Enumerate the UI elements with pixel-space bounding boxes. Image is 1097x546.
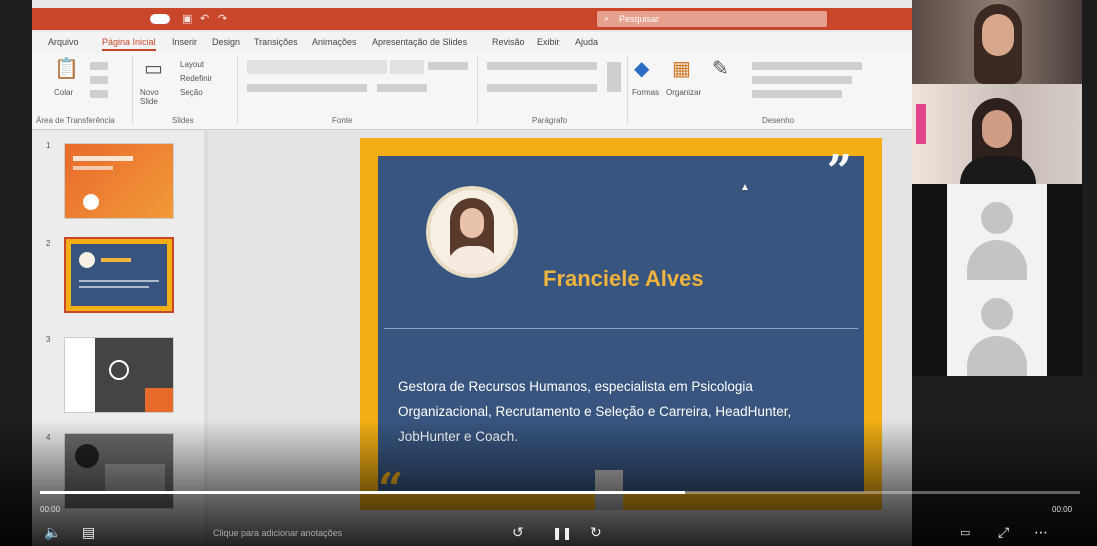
search-box[interactable]: ⌕ Pesquisar: [597, 11, 827, 27]
quote-close-mark: ”: [826, 146, 852, 197]
tab-exibir[interactable]: Exibir: [537, 37, 560, 47]
player-controls: 🔈 ▤ ↺ ❚❚ ↻ ▭ ⤢ ⋯: [0, 520, 1097, 546]
slide-thumb-1[interactable]: [64, 143, 174, 219]
new-slide-button-label[interactable]: Novo Slide: [140, 88, 170, 106]
reset-button[interactable]: Redefinir: [180, 74, 212, 83]
font-size-box[interactable]: [390, 60, 424, 74]
screen: ▣ ↶ ↷ ⌕ Pesquisar Arquivo Página Inicial…: [0, 0, 1097, 546]
more-options-icon[interactable]: ⋯: [1034, 524, 1048, 541]
slide-thumb-3[interactable]: [64, 337, 174, 413]
participant-video-4[interactable]: [912, 280, 1082, 376]
divider-line: [384, 328, 858, 329]
tab-inserir[interactable]: Inserir: [172, 37, 197, 47]
video-progress-bar[interactable]: [40, 491, 1080, 494]
ribbon: 📋 Colar Área de Transferência ▭ Novo Sli…: [32, 52, 912, 130]
speaker-name: Franciele Alves: [543, 266, 704, 291]
save-icon[interactable]: ▣: [182, 12, 192, 25]
participant-panel: [912, 0, 1097, 376]
mouse-cursor-icon: ▲: [740, 182, 750, 193]
time-elapsed: 00:00: [40, 505, 61, 514]
group-clipboard-label: Área de Transferência: [36, 116, 115, 125]
group-drawing-label: Desenho: [762, 116, 795, 125]
fullscreen-icon[interactable]: ⤢: [998, 524, 1009, 541]
tab-revisao[interactable]: Revisão: [492, 37, 525, 47]
speaker-photo: [426, 186, 518, 278]
shapes-icon[interactable]: ◆: [634, 56, 649, 81]
tab-pagina-inicial[interactable]: Página Inicial: [102, 37, 156, 51]
shapes-button-label[interactable]: Formas: [632, 88, 659, 97]
captions-icon[interactable]: ▤: [82, 524, 95, 541]
ribbon-tabs: Arquivo Página Inicial Inserir Design Tr…: [32, 32, 912, 52]
section-button[interactable]: Seção: [180, 88, 203, 97]
participant-video-1[interactable]: [912, 0, 1082, 84]
group-font-label: Fonte: [332, 116, 353, 125]
tab-transicoes[interactable]: Transições: [254, 37, 298, 47]
pause-icon[interactable]: ❚❚: [552, 526, 572, 540]
slide-number: 1: [46, 141, 51, 150]
avatar-placeholder: [947, 280, 1047, 376]
arrange-icon[interactable]: ▦: [672, 56, 691, 81]
tab-animacoes[interactable]: Animações: [312, 37, 357, 47]
arrange-button-label[interactable]: Organizar: [666, 88, 701, 97]
avatar-placeholder: [947, 184, 1047, 280]
time-total: 00:00: [1052, 505, 1073, 514]
participant-video-2[interactable]: [912, 84, 1082, 184]
redo-icon[interactable]: ↷: [218, 12, 227, 25]
forward-icon[interactable]: ↻: [590, 524, 602, 541]
rewind-icon[interactable]: ↺: [512, 524, 524, 541]
slide-number: 3: [46, 335, 51, 344]
group-slides-label: Slides: [172, 116, 194, 125]
search-label: Pesquisar: [619, 14, 660, 24]
font-name-box[interactable]: [247, 60, 387, 74]
undo-icon[interactable]: ↶: [200, 12, 209, 25]
group-paragraph-label: Parágrafo: [532, 116, 568, 125]
autosave-toggle[interactable]: [150, 14, 170, 24]
tab-ajuda[interactable]: Ajuda: [575, 37, 598, 47]
slide-number: 2: [46, 239, 51, 248]
participant-video-3[interactable]: [912, 184, 1082, 280]
slide-thumb-2[interactable]: [64, 237, 174, 313]
cc-icon[interactable]: ▭: [960, 526, 970, 539]
tab-design[interactable]: Design: [212, 37, 240, 47]
search-icon: ⌕: [604, 13, 610, 23]
volume-icon[interactable]: 🔈: [44, 524, 61, 541]
layout-button[interactable]: Layout: [180, 60, 204, 69]
new-slide-icon[interactable]: ▭: [144, 56, 163, 81]
tab-arquivo[interactable]: Arquivo: [48, 37, 79, 47]
paste-icon[interactable]: 📋: [54, 56, 79, 81]
tab-apresentacao[interactable]: Apresentação de Slides: [372, 37, 467, 47]
quick-styles-icon[interactable]: ✎: [712, 56, 729, 81]
video-progress-fill: [40, 491, 685, 494]
paste-button-label[interactable]: Colar: [54, 88, 73, 97]
title-bar: ▣ ↶ ↷ ⌕ Pesquisar: [32, 8, 912, 30]
